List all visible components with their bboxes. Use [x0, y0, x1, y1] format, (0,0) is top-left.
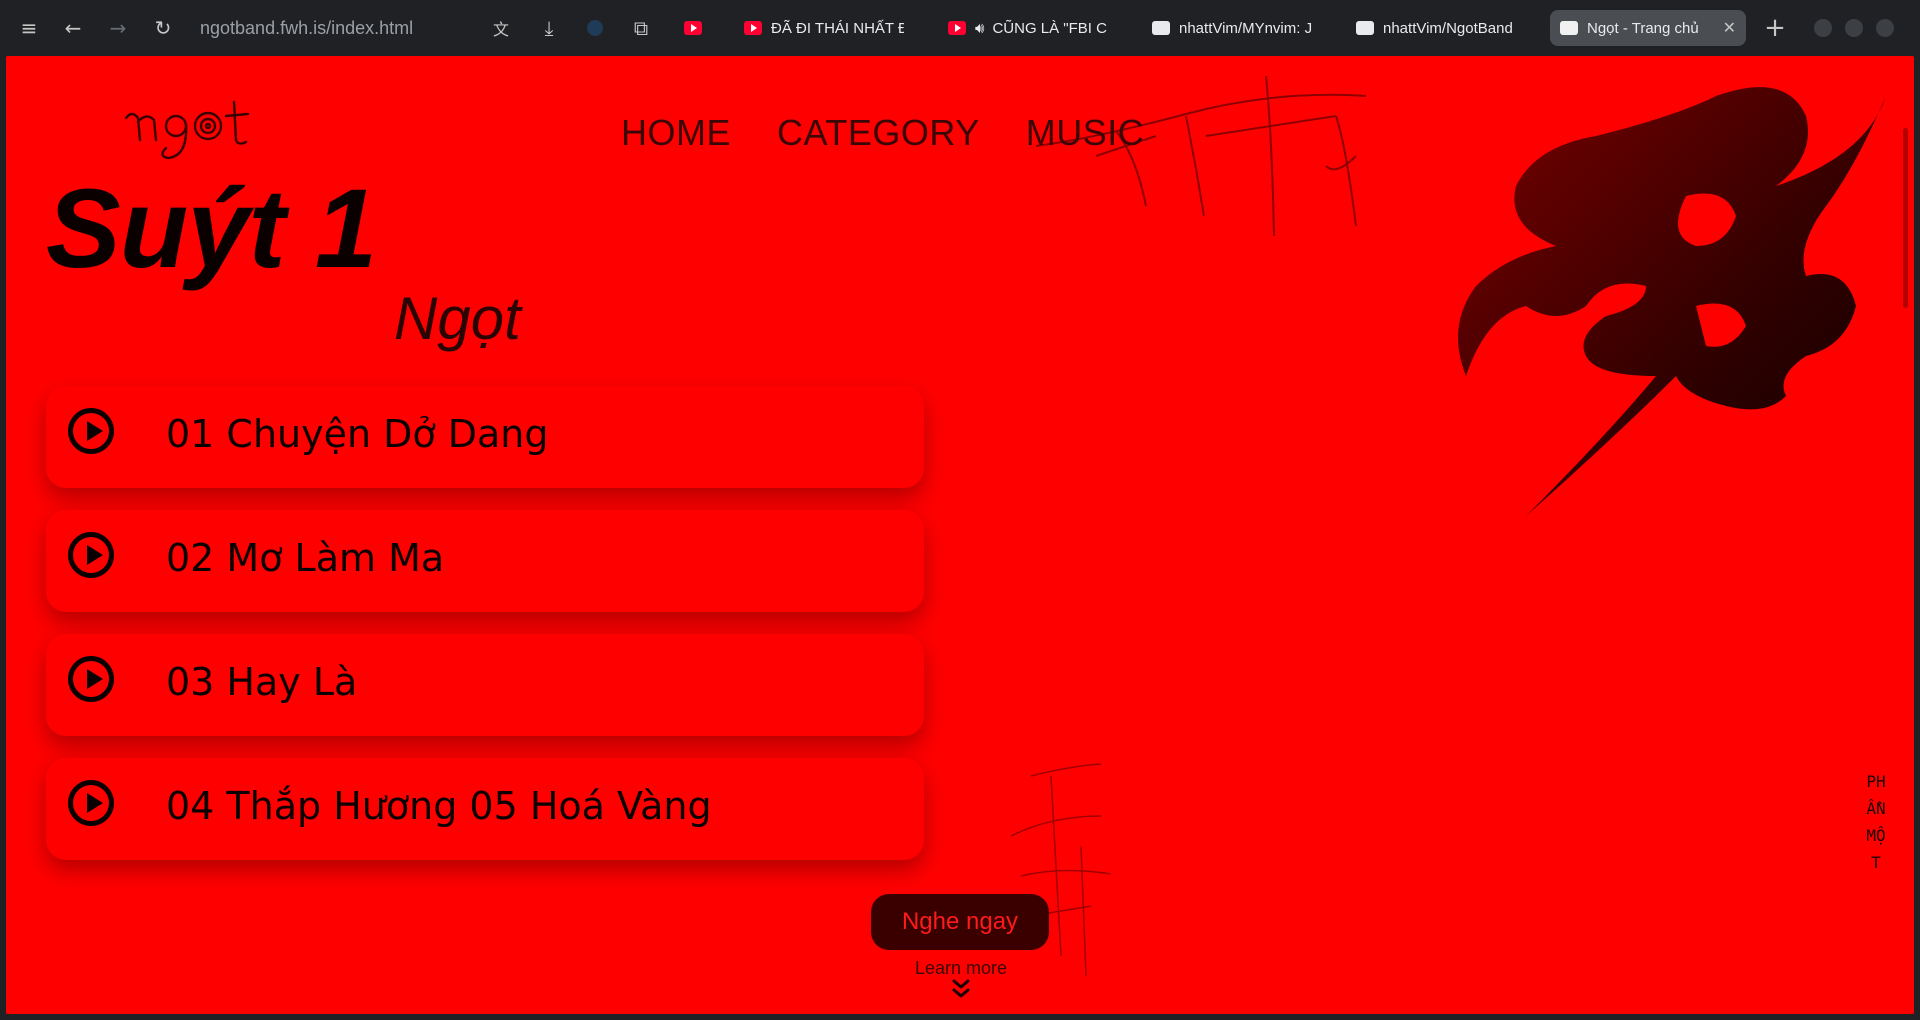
track-card[interactable]: 03 Hay Là [46, 634, 924, 736]
track-title: 04 Thắp Hương 05 Hoá Vàng [166, 784, 712, 828]
nav-music[interactable]: MUSIC [1026, 112, 1145, 154]
play-icon[interactable] [68, 656, 114, 702]
youtube-pinned-icon[interactable] [678, 13, 708, 43]
tab-title: nhattVim/NgotBand [1383, 19, 1513, 37]
album-title: Suýt 1 [46, 166, 377, 291]
artist-name: Ngọt [394, 285, 521, 352]
track-card[interactable]: 04 Thắp Hương 05 Hoá Vàng [46, 758, 924, 860]
section-indicator: PHẦN MỘT [1866, 772, 1886, 872]
page-content: HOME CATEGORY MUSIC Suýt 1 Ngọt 01 Chuyệ… [6, 56, 1914, 1014]
youtube-icon [948, 21, 966, 35]
play-icon[interactable] [68, 532, 114, 578]
play-icon[interactable] [68, 408, 114, 454]
scrollbar[interactable] [1903, 128, 1908, 308]
maximize-button[interactable] [1845, 19, 1863, 37]
ngot-logo[interactable] [122, 96, 272, 166]
play-icon[interactable] [68, 780, 114, 826]
youtube-icon [744, 21, 762, 35]
address-bar[interactable]: ngotband.fwh.is/index.html [200, 14, 480, 42]
main-nav: HOME CATEGORY MUSIC [621, 112, 1144, 154]
tab-title: nhattVim/MYnvim: J [1179, 19, 1312, 37]
menu-icon[interactable]: ≡ [14, 13, 44, 43]
calligraphy-decoration-bottom [1010, 763, 1112, 977]
tab-2[interactable]: 🔊︎ CŨNG LÀ "FBI C [948, 10, 1110, 46]
track-title: 01 Chuyện Dở Dang [166, 412, 549, 456]
track-card[interactable]: 01 Chuyện Dở Dang [46, 386, 924, 488]
tab-3[interactable]: nhattVim/MYnvim: J [1152, 10, 1312, 46]
tab-title: CŨNG LÀ "FBI C [992, 19, 1107, 37]
close-window-button[interactable] [1876, 19, 1894, 37]
github-icon [1356, 21, 1374, 35]
tab-title: ĐÃ ĐI THÁI NHẤT Đ [771, 19, 904, 37]
github-icon [1152, 21, 1170, 35]
download-icon[interactable]: ⤓ [534, 13, 564, 43]
listen-now-button[interactable]: Nghe ngay [871, 894, 1049, 950]
browser-toolbar: ≡ ← → ↻ ngotband.fwh.is/index.html 文 ⤓ ⧉… [0, 0, 1920, 56]
track-card[interactable]: 02 Mơ Làm Ma [46, 510, 924, 612]
tab-4[interactable]: nhattVim/NgotBand [1356, 10, 1518, 46]
forward-icon[interactable]: → [103, 13, 133, 43]
track-title: 03 Hay Là [166, 660, 358, 704]
nav-home[interactable]: HOME [621, 112, 731, 154]
minimize-button[interactable] [1814, 19, 1832, 37]
double-chevron-down-icon[interactable] [949, 976, 973, 1002]
nav-category[interactable]: CATEGORY [777, 112, 980, 154]
reload-icon[interactable]: ↻ [148, 13, 178, 43]
close-tab-icon[interactable]: ✕ [1723, 18, 1736, 38]
tab-1[interactable]: ĐÃ ĐI THÁI NHẤT Đ [744, 10, 904, 46]
new-tab-icon[interactable]: + [1760, 13, 1790, 43]
back-icon[interactable]: ← [58, 13, 88, 43]
track-title: 02 Mơ Làm Ma [166, 536, 445, 580]
speaker-icon: 🔊︎ [975, 19, 985, 37]
brush-art-decoration [1458, 87, 1886, 517]
extension-icon[interactable] [580, 13, 610, 43]
puzzle-icon[interactable]: ⧉ [626, 13, 656, 43]
calligraphy-decoration [1036, 76, 1367, 237]
tab-title: Ngọt - Trang chủ [1587, 19, 1699, 37]
site-icon [1560, 21, 1578, 35]
translate-icon[interactable]: 文 [486, 13, 516, 43]
tab-active[interactable]: Ngọt - Trang chủ ✕ [1550, 10, 1746, 46]
